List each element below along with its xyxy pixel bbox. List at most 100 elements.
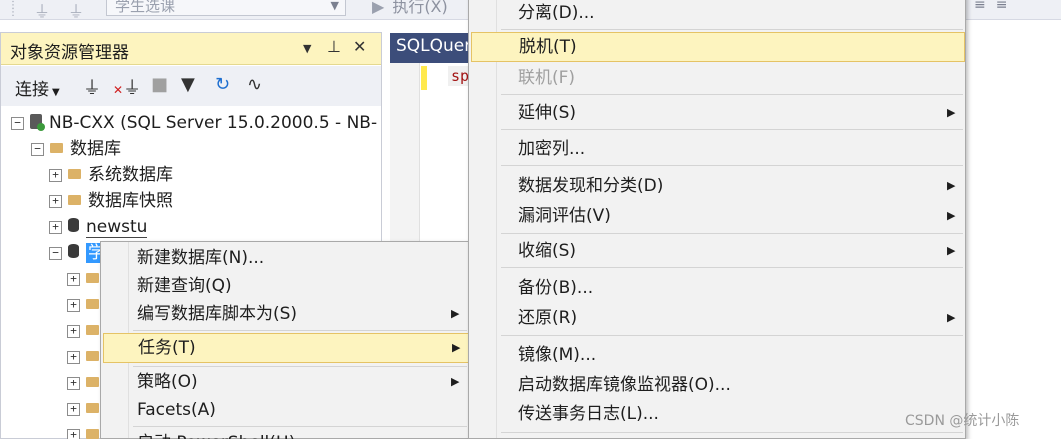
- plug-icon[interactable]: ⏚: [83, 74, 101, 100]
- menu-item-policies[interactable]: 策略(O) ▶: [101, 368, 469, 396]
- folder-icon: [68, 195, 81, 205]
- submenu-arrow-icon: ▶: [452, 341, 461, 354]
- menu-item-vulnerability-assessment[interactable]: 漏洞评估(V) ▶: [469, 202, 965, 230]
- folder-icon: [86, 299, 99, 309]
- menu-item-powershell[interactable]: 启动 PowerShell(H): [101, 429, 469, 439]
- activity-monitor-icon[interactable]: ∿: [247, 74, 262, 95]
- collapse-icon[interactable]: −: [49, 246, 62, 260]
- menu-item-label: 还原(R): [518, 308, 578, 328]
- menu-item-label: 新建数据库(N)...: [137, 248, 265, 268]
- expand-icon[interactable]: +: [49, 194, 62, 208]
- menu-item-facets[interactable]: Facets(A): [101, 396, 469, 424]
- menu-separator: [501, 335, 963, 336]
- tree-node-selected-database[interactable]: − 学: [49, 240, 107, 266]
- menu-item-label: 延伸(S): [518, 103, 577, 123]
- menu-separator: [133, 330, 467, 331]
- menu-item-label: 任务(T): [138, 338, 196, 358]
- menu-item-label: Facets(A): [137, 400, 216, 420]
- submenu-arrow-icon: ▶: [947, 244, 956, 257]
- menu-item-label: 数据发现和分类(D): [518, 176, 664, 196]
- snapshots-label: 数据库快照: [88, 191, 173, 211]
- folder-icon: [68, 169, 81, 179]
- menu-separator: [133, 366, 467, 367]
- menu-item-take-offline[interactable]: 脱机(T): [471, 32, 965, 62]
- menu-item-new-database[interactable]: 新建数据库(N)...: [101, 244, 469, 272]
- menu-separator: [501, 129, 963, 130]
- expand-icon[interactable]: +: [67, 376, 80, 390]
- menu-item-restore[interactable]: 还原(R) ▶: [469, 304, 965, 332]
- expand-icon[interactable]: +: [67, 402, 80, 416]
- stop-icon[interactable]: ■: [151, 74, 168, 95]
- connect-dropdown-icon: ▼: [52, 87, 60, 98]
- menu-item-backup[interactable]: 备份(B)...: [469, 274, 965, 302]
- menu-item-label: 脱机(T): [519, 37, 577, 57]
- menu-item-label: 镜像(M)...: [518, 345, 597, 365]
- menu-item-new-query[interactable]: 新建查询(Q): [101, 272, 469, 300]
- menu-item-mirror-monitor[interactable]: 启动数据库镜像监视器(O)...: [469, 371, 965, 399]
- database-selector-value: 学生选课: [115, 0, 176, 15]
- menu-item-label: 漏洞评估(V): [518, 206, 611, 226]
- filter-icon[interactable]: ▼: [181, 74, 195, 95]
- menu-item-label: 策略(O): [137, 372, 198, 392]
- menu-item-label: 联机(F): [518, 68, 576, 88]
- server-icon: [30, 113, 45, 131]
- menu-item-label: 加密列...: [518, 139, 586, 159]
- menu-item-bring-online: 联机(F): [469, 64, 965, 92]
- expand-icon[interactable]: +: [49, 220, 62, 234]
- tree-node-system-databases[interactable]: + 系统数据库: [49, 162, 173, 188]
- disconnect-icon[interactable]: ✕⏚: [113, 74, 141, 100]
- menu-separator: [501, 29, 963, 30]
- menu-item-label: 启动数据库镜像监视器(O)...: [518, 375, 731, 395]
- dropdown-arrow-icon: ▼: [330, 0, 339, 12]
- menu-item-label: 启动 PowerShell(H): [137, 429, 295, 439]
- menu-item-script-database[interactable]: 编写数据库脚本为(S) ▶: [101, 300, 469, 328]
- expand-icon[interactable]: +: [67, 298, 80, 312]
- menu-separator: [501, 94, 963, 95]
- tree-node-server[interactable]: − NB-CXX (SQL Server 15.0.2000.5 - NB-: [11, 110, 377, 136]
- newstu-label: newstu: [86, 217, 148, 238]
- pin-icon[interactable]: ⊥: [327, 37, 341, 56]
- submenu-arrow-icon: ▶: [947, 106, 956, 119]
- menu-item-tasks[interactable]: 任务(T) ▶: [103, 333, 469, 363]
- menu-item-encrypt-columns[interactable]: 加密列...: [469, 135, 965, 163]
- watermark: CSDN @统计小陈: [905, 413, 1020, 429]
- tree-node-databases[interactable]: − 数据库: [31, 136, 121, 162]
- menu-item-data-discovery[interactable]: 数据发现和分类(D) ▶: [469, 172, 965, 200]
- toolbar-connect-icon[interactable]: ⏚: [34, 0, 50, 19]
- folder-icon: [86, 377, 99, 387]
- server-label: NB-CXX (SQL Server 15.0.2000.5 - NB-: [49, 113, 378, 133]
- object-explorer-title: 对象资源管理器: [10, 43, 129, 63]
- menu-item-detach[interactable]: 分离(D)...: [469, 0, 965, 27]
- collapse-icon[interactable]: −: [31, 142, 44, 156]
- expand-icon[interactable]: +: [67, 272, 80, 286]
- outdent-icon[interactable]: ≡: [974, 0, 996, 13]
- menu-item-log-shipping[interactable]: 传送事务日志(L)...: [469, 400, 965, 428]
- folder-icon: [86, 351, 99, 361]
- folder-icon: [86, 325, 99, 335]
- expand-icon[interactable]: +: [67, 324, 80, 338]
- menu-separator: [133, 426, 467, 427]
- connect-button[interactable]: 连接 ▼: [15, 75, 60, 100]
- toolbar-disconnect-icon[interactable]: ⏚: [68, 0, 84, 19]
- database-selector[interactable]: 学生选课 ▼: [106, 0, 346, 16]
- menu-item-mirror[interactable]: 镜像(M)...: [469, 341, 965, 369]
- submenu-arrow-icon: ▶: [451, 375, 460, 388]
- collapse-icon[interactable]: −: [11, 116, 24, 130]
- folder-icon: [50, 143, 63, 153]
- window-menu-icon[interactable]: ▼: [303, 42, 311, 55]
- close-icon[interactable]: ✕: [353, 37, 366, 56]
- execute-button[interactable]: ▶ 执行(X): [372, 0, 448, 17]
- tree-node-newstu[interactable]: + newstu: [49, 214, 148, 240]
- menu-item-stretch[interactable]: 延伸(S) ▶: [469, 99, 965, 127]
- expand-icon[interactable]: +: [49, 168, 62, 182]
- menu-item-shrink[interactable]: 收缩(S) ▶: [469, 237, 965, 265]
- expand-icon[interactable]: +: [67, 428, 80, 439]
- menu-separator: [501, 432, 963, 433]
- indent-icon[interactable]: ≡: [996, 0, 1018, 13]
- tree-node-snapshots[interactable]: + 数据库快照: [49, 188, 173, 214]
- refresh-icon[interactable]: ↻: [215, 74, 230, 95]
- expand-icon[interactable]: +: [67, 350, 80, 364]
- submenu-arrow-icon: ▶: [451, 307, 460, 320]
- folder-icon: [86, 403, 99, 413]
- database-context-menu: 新建数据库(N)... 新建查询(Q) 编写数据库脚本为(S) ▶ 任务(T) ▶ …: [100, 241, 470, 439]
